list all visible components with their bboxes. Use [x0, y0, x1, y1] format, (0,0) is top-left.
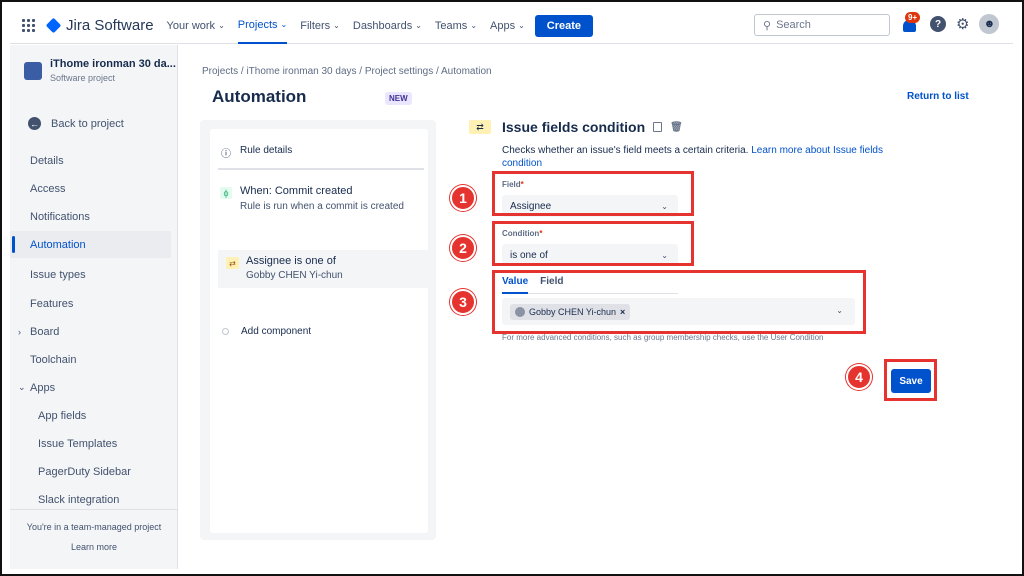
- create-button[interactable]: Create: [534, 14, 594, 37]
- chevron-down-icon: ⌄: [415, 21, 422, 30]
- breadcrumb[interactable]: Projects / iThome ironman 30 days / Proj…: [202, 66, 492, 77]
- rule-components-panel: ⓘ Rule details ϕ When: Commit created Ru…: [200, 120, 436, 540]
- sidebar-item-toolchain[interactable]: Toolchain: [10, 346, 171, 373]
- search-placeholder: Search: [776, 19, 811, 31]
- commit-icon: ϕ: [220, 187, 232, 199]
- project-name: iThome ironman 30 da...: [50, 58, 176, 70]
- chevron-down-icon: ⌄: [470, 21, 478, 30]
- project-type: Software project: [50, 73, 116, 83]
- search-input[interactable]: ⚲ Search: [754, 14, 890, 36]
- notification-icon[interactable]: 9+: [900, 12, 921, 34]
- team-managed-note: You're in a team-managed project: [26, 522, 162, 532]
- page-title: Automation: [212, 87, 307, 106]
- apps-grid-icon[interactable]: [22, 18, 36, 33]
- chevron-right-icon: ›: [18, 326, 21, 337]
- rule-details-label: Rule details: [240, 145, 293, 156]
- sidebar-item-issue-types[interactable]: Issue types: [10, 261, 171, 288]
- project-header[interactable]: iThome ironman 30 da... Software project: [24, 58, 176, 83]
- rule-details-item[interactable]: ⓘ Rule details: [221, 145, 292, 160]
- config-title-text: Issue fields condition: [502, 119, 646, 135]
- trigger-item[interactable]: ϕ When: Commit created Rule is run when …: [220, 185, 420, 212]
- add-component-item[interactable]: Add component: [222, 326, 311, 337]
- sidebar-item-label: Apps: [30, 381, 56, 394]
- sidebar-item-access[interactable]: Access: [10, 175, 171, 202]
- add-component-dot-icon: [222, 328, 229, 335]
- info-icon: ⓘ: [221, 149, 231, 160]
- chevron-down-icon: ⌄: [18, 382, 26, 392]
- chevron-down-icon: ⌄: [280, 20, 288, 29]
- condition-description: Gobby CHEN Yi-chun: [246, 270, 343, 281]
- step-badge-4: 4: [846, 364, 872, 390]
- learn-more-link[interactable]: Learn more: [10, 542, 178, 552]
- chevron-down-icon: ⌄: [333, 21, 340, 30]
- copy-icon[interactable]: [653, 122, 663, 132]
- jira-logo-icon: [45, 17, 62, 34]
- config-title: Issue fields condition 🗑: [502, 119, 683, 135]
- step-badge-3: 3: [450, 289, 476, 315]
- step-badge-1: 1: [450, 185, 476, 211]
- sidebar-item-features[interactable]: Features: [10, 290, 171, 317]
- avatar[interactable]: ☻: [979, 14, 1000, 34]
- top-navigation: Jira Software Your work ⌄ Projects ⌄ Filte…: [10, 8, 1013, 44]
- top-right-icons: 9+ ? ⚙ ☻: [900, 12, 1000, 34]
- nav-apps[interactable]: Apps ⌄: [490, 8, 525, 44]
- highlight-box-3: [492, 270, 866, 334]
- divider: [218, 168, 424, 170]
- config-description-text: Checks whether an issue's field meets a …: [502, 145, 752, 156]
- rule-components-list: ⓘ Rule details ϕ When: Commit created Ru…: [210, 129, 434, 533]
- highlight-box-4: [884, 359, 937, 401]
- return-to-list-link[interactable]: Return to list: [907, 91, 969, 102]
- sidebar-item-details[interactable]: Details: [10, 147, 171, 174]
- jira-logo[interactable]: Jira Software: [45, 17, 154, 34]
- sidebar-item-board[interactable]: › Board: [10, 318, 171, 345]
- arrow-left-icon: ←: [28, 117, 41, 130]
- trigger-description: Rule is run when a commit is created: [240, 201, 404, 212]
- settings-icon[interactable]: ⚙: [956, 15, 969, 33]
- sidebar-item-pagerduty-sidebar[interactable]: PagerDuty Sidebar: [10, 458, 171, 485]
- sidebar-item-notifications[interactable]: Notifications: [10, 203, 171, 230]
- nav-teams[interactable]: Teams ⌄: [435, 8, 477, 44]
- project-avatar: [24, 62, 42, 80]
- trigger-title: When: Commit created: [240, 185, 353, 197]
- sidebar-item-app-fields[interactable]: App fields: [10, 402, 171, 429]
- condition-icon: ⇄: [469, 120, 491, 134]
- sidebar-item-apps[interactable]: ⌄ Apps: [10, 374, 171, 401]
- sidebar-footer: You're in a team-managed project Learn m…: [10, 509, 178, 552]
- back-to-project-link[interactable]: ← Back to project: [28, 117, 124, 130]
- nav-your-work[interactable]: Your work ⌄: [167, 8, 225, 44]
- app-frame: Jira Software Your work ⌄ Projects ⌄ Filte…: [0, 0, 1024, 576]
- highlight-box-2: [492, 221, 694, 266]
- nav-dashboards[interactable]: Dashboards ⌄: [353, 8, 422, 44]
- config-description: Checks whether an issue's field meets a …: [502, 144, 912, 170]
- chevron-down-icon: ⌄: [518, 21, 525, 30]
- condition-title: Assignee is one of: [246, 255, 336, 267]
- condition-item[interactable]: ⇄ Assignee is one of Gobby CHEN Yi-chun: [218, 250, 434, 288]
- project-sidebar: iThome ironman 30 da... Software project…: [10, 45, 178, 569]
- nav-projects[interactable]: Projects ⌄: [237, 8, 288, 44]
- help-icon[interactable]: ?: [930, 16, 946, 32]
- sidebar-item-automation[interactable]: Automation: [10, 231, 171, 258]
- sidebar-item-issue-templates[interactable]: Issue Templates: [10, 430, 171, 457]
- new-badge: NEW: [385, 92, 412, 105]
- app-name: Jira Software: [66, 17, 154, 34]
- search-icon: ⚲: [763, 19, 772, 32]
- add-component-label: Add component: [241, 326, 312, 337]
- back-to-project-label: Back to project: [51, 117, 124, 130]
- step-badge-2: 2: [450, 235, 476, 261]
- chevron-down-icon: ⌄: [218, 21, 225, 30]
- nav-filters[interactable]: Filters ⌄: [300, 8, 340, 44]
- highlight-box-1: [492, 171, 694, 216]
- notification-badge: 9+: [905, 12, 921, 23]
- condition-icon: ⇄: [226, 257, 239, 269]
- sidebar-item-label: Board: [30, 325, 60, 338]
- delete-icon[interactable]: 🗑: [670, 122, 683, 133]
